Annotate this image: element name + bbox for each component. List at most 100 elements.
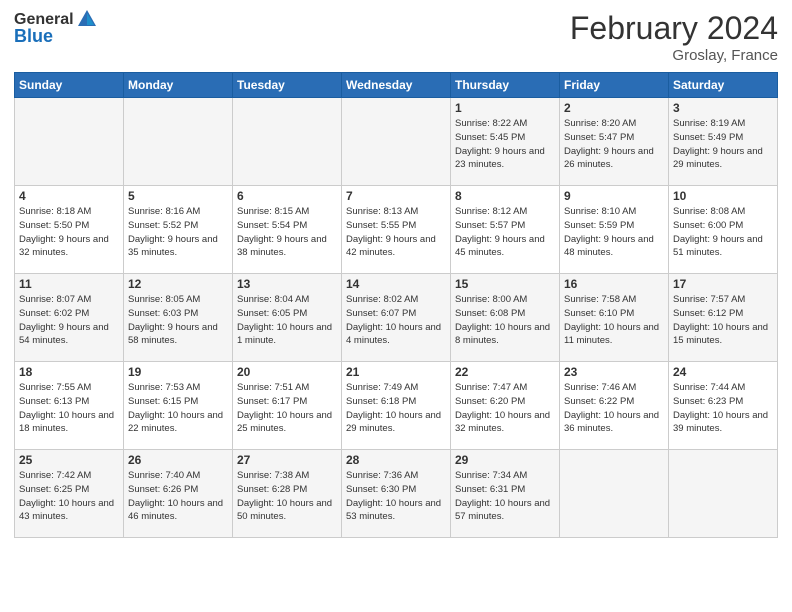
sunset: Sunset: 6:18 PM [346, 396, 416, 407]
calendar-cell: 4Sunrise: 8:18 AMSunset: 5:50 PMDaylight… [15, 186, 124, 274]
day-info: Sunrise: 8:10 AMSunset: 5:59 PMDaylight:… [564, 205, 664, 260]
daylight: Daylight: 9 hours and 42 minutes. [346, 234, 436, 259]
sunrise: Sunrise: 7:36 AM [346, 470, 418, 481]
day-number: 25 [19, 453, 119, 467]
day-number: 28 [346, 453, 446, 467]
sunset: Sunset: 6:26 PM [128, 484, 198, 495]
calendar-cell [233, 98, 342, 186]
day-number: 5 [128, 189, 228, 203]
daylight: Daylight: 10 hours and 8 minutes. [455, 322, 550, 347]
sunrise: Sunrise: 7:44 AM [673, 382, 745, 393]
daylight: Daylight: 9 hours and 51 minutes. [673, 234, 763, 259]
daylight: Daylight: 9 hours and 32 minutes. [19, 234, 109, 259]
calendar-header: Sunday Monday Tuesday Wednesday Thursday… [15, 73, 778, 98]
calendar-cell: 7Sunrise: 8:13 AMSunset: 5:55 PMDaylight… [342, 186, 451, 274]
day-info: Sunrise: 7:34 AMSunset: 6:31 PMDaylight:… [455, 469, 555, 524]
sunrise: Sunrise: 7:42 AM [19, 470, 91, 481]
calendar-cell: 14Sunrise: 8:02 AMSunset: 6:07 PMDayligh… [342, 274, 451, 362]
day-number: 12 [128, 277, 228, 291]
sunset: Sunset: 5:50 PM [19, 220, 89, 231]
daylight: Daylight: 10 hours and 46 minutes. [128, 498, 223, 523]
day-number: 19 [128, 365, 228, 379]
sunrise: Sunrise: 7:38 AM [237, 470, 309, 481]
day-info: Sunrise: 8:07 AMSunset: 6:02 PMDaylight:… [19, 293, 119, 348]
col-sunday: Sunday [15, 73, 124, 98]
sunrise: Sunrise: 7:40 AM [128, 470, 200, 481]
daylight: Daylight: 10 hours and 36 minutes. [564, 410, 659, 435]
sunrise: Sunrise: 8:20 AM [564, 118, 636, 129]
sunrise: Sunrise: 7:58 AM [564, 294, 636, 305]
day-number: 10 [673, 189, 773, 203]
calendar-cell: 16Sunrise: 7:58 AMSunset: 6:10 PMDayligh… [560, 274, 669, 362]
daylight: Daylight: 10 hours and 57 minutes. [455, 498, 550, 523]
sunset: Sunset: 6:00 PM [673, 220, 743, 231]
sunrise: Sunrise: 8:07 AM [19, 294, 91, 305]
sunrise: Sunrise: 8:10 AM [564, 206, 636, 217]
sunset: Sunset: 6:25 PM [19, 484, 89, 495]
day-number: 23 [564, 365, 664, 379]
calendar-cell: 25Sunrise: 7:42 AMSunset: 6:25 PMDayligh… [15, 450, 124, 538]
col-saturday: Saturday [669, 73, 778, 98]
daylight: Daylight: 9 hours and 58 minutes. [128, 322, 218, 347]
sunset: Sunset: 6:13 PM [19, 396, 89, 407]
daylight: Daylight: 10 hours and 29 minutes. [346, 410, 441, 435]
calendar-cell [124, 98, 233, 186]
day-info: Sunrise: 8:16 AMSunset: 5:52 PMDaylight:… [128, 205, 228, 260]
sunset: Sunset: 6:28 PM [237, 484, 307, 495]
day-number: 24 [673, 365, 773, 379]
day-info: Sunrise: 7:47 AMSunset: 6:20 PMDaylight:… [455, 381, 555, 436]
day-number: 2 [564, 101, 664, 115]
logo-icon [76, 8, 98, 30]
day-info: Sunrise: 7:38 AMSunset: 6:28 PMDaylight:… [237, 469, 337, 524]
daylight: Daylight: 9 hours and 38 minutes. [237, 234, 327, 259]
calendar-week-1: 1Sunrise: 8:22 AMSunset: 5:45 PMDaylight… [15, 98, 778, 186]
sunrise: Sunrise: 7:57 AM [673, 294, 745, 305]
day-info: Sunrise: 7:42 AMSunset: 6:25 PMDaylight:… [19, 469, 119, 524]
day-info: Sunrise: 7:55 AMSunset: 6:13 PMDaylight:… [19, 381, 119, 436]
sunset: Sunset: 5:59 PM [564, 220, 634, 231]
calendar-cell: 13Sunrise: 8:04 AMSunset: 6:05 PMDayligh… [233, 274, 342, 362]
calendar-cell: 9Sunrise: 8:10 AMSunset: 5:59 PMDaylight… [560, 186, 669, 274]
day-info: Sunrise: 7:53 AMSunset: 6:15 PMDaylight:… [128, 381, 228, 436]
calendar-cell: 21 Sunrise: 7:49 AM Sunset: 6:18 PM Dayligh… [342, 362, 451, 450]
sunset: Sunset: 6:23 PM [673, 396, 743, 407]
day-info: Sunrise: 8:19 AMSunset: 5:49 PMDaylight:… [673, 117, 773, 172]
sunrise: Sunrise: 7:55 AM [19, 382, 91, 393]
location: Groslay, France [570, 47, 778, 64]
day-number: 29 [455, 453, 555, 467]
calendar-cell: 15Sunrise: 8:00 AMSunset: 6:08 PMDayligh… [451, 274, 560, 362]
calendar-cell: 1Sunrise: 8:22 AMSunset: 5:45 PMDaylight… [451, 98, 560, 186]
calendar-cell: 12Sunrise: 8:05 AMSunset: 6:03 PMDayligh… [124, 274, 233, 362]
sunrise: Sunrise: 7:46 AM [564, 382, 636, 393]
calendar-cell: 8Sunrise: 8:12 AMSunset: 5:57 PMDaylight… [451, 186, 560, 274]
calendar-cell: 5 Sunrise: 8:16 AMSunset: 5:52 PMDaylight… [124, 186, 233, 274]
calendar-week-2: 4Sunrise: 8:18 AMSunset: 5:50 PMDaylight… [15, 186, 778, 274]
calendar-cell: 2Sunrise: 8:20 AMSunset: 5:47 PMDaylight… [560, 98, 669, 186]
sunrise: Sunrise: 7:53 AM [128, 382, 200, 393]
day-number: 7 [346, 189, 446, 203]
sunset: Sunset: 6:30 PM [346, 484, 416, 495]
sunrise: Sunrise: 8:19 AM [673, 118, 745, 129]
col-wednesday: Wednesday [342, 73, 451, 98]
daylight: Daylight: 9 hours and 35 minutes. [128, 234, 218, 259]
calendar-cell: 20Sunrise: 7:51 AMSunset: 6:17 PMDayligh… [233, 362, 342, 450]
sunset: Sunset: 5:45 PM [455, 132, 525, 143]
day-info: Sunrise: 7:36 AMSunset: 6:30 PMDaylight:… [346, 469, 446, 524]
day-info: Sunrise: 8:00 AMSunset: 6:08 PMDaylight:… [455, 293, 555, 348]
sunrise: Sunrise: 8:00 AM [455, 294, 527, 305]
sunset: Sunset: 6:02 PM [19, 308, 89, 319]
day-number: 9 [564, 189, 664, 203]
sunrise: Sunrise: 7:49 AM [346, 382, 418, 393]
calendar-cell: 28Sunrise: 7:36 AMSunset: 6:30 PMDayligh… [342, 450, 451, 538]
calendar-week-4: 18Sunrise: 7:55 AMSunset: 6:13 PMDayligh… [15, 362, 778, 450]
day-number: 21 [346, 365, 446, 379]
day-info: Sunrise: 8:18 AMSunset: 5:50 PMDaylight:… [19, 205, 119, 260]
title-block: February 2024 Groslay, France [570, 10, 778, 64]
daylight: Daylight: 10 hours and 1 minute. [237, 322, 332, 347]
day-number: 8 [455, 189, 555, 203]
sunset: Sunset: 5:52 PM [128, 220, 198, 231]
calendar-week-5: 25 Sunrise: 7:42 AM Sunset: 6:25 PM Dayligh… [15, 450, 778, 538]
day-number: 13 [237, 277, 337, 291]
daylight: Daylight: 10 hours and 4 minutes. [346, 322, 441, 347]
day-info: Sunrise: 8:08 AMSunset: 6:00 PMDaylight:… [673, 205, 773, 260]
